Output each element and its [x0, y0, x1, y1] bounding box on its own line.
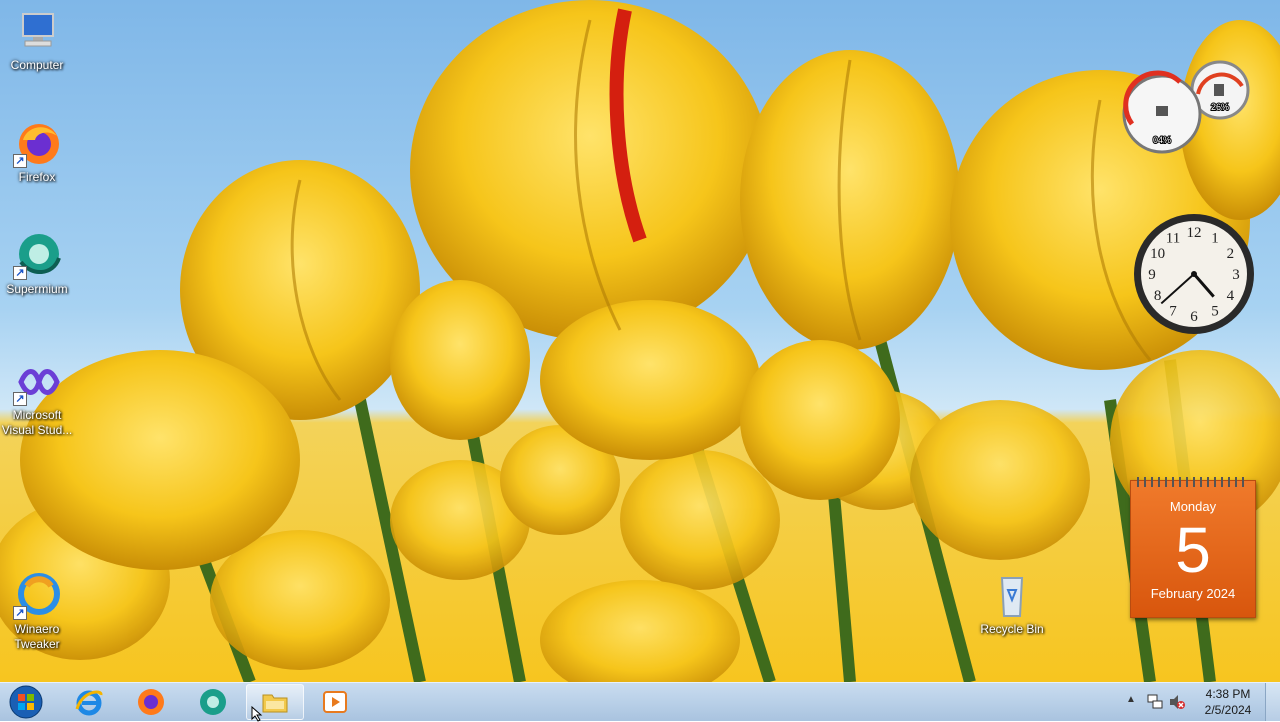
tulips-wallpaper [0, 0, 1280, 682]
recycle-bin-icon [988, 572, 1036, 620]
calendar-month-year: February 2024 [1150, 586, 1236, 601]
desktop-icon-winaero-tweaker[interactable]: ↗ Winaero Tweaker [0, 572, 74, 652]
show-desktop-button[interactable] [1265, 683, 1280, 721]
desktop-icon-label: Microsoft Visual Stud... [1, 408, 73, 437]
desktop-icon-label: Winaero Tweaker [14, 622, 60, 651]
desktop-icon-label: Firefox [18, 170, 56, 184]
clock-numeral: 9 [1148, 267, 1156, 283]
supermium-icon: ↗ [13, 232, 61, 280]
winaero-tweaker-icon: ↗ [13, 572, 61, 620]
taskbar-clock[interactable]: 4:38 PM 2/5/2024 [1192, 686, 1264, 718]
show-hidden-icons-arrow[interactable]: ▲ [1126, 694, 1136, 705]
calendar-gadget[interactable]: Monday 5 February 2024 [1130, 477, 1256, 618]
taskbar: ▲ 4:38 PM 2/5/2024 [0, 682, 1280, 721]
taskbar-date: 2/5/2024 [1204, 703, 1252, 717]
calendar-day-number: 5 [1175, 514, 1211, 586]
clock-numeral: 7 [1169, 303, 1177, 319]
clock-numeral: 2 [1227, 246, 1235, 262]
desktop-icon-label: Supermium [6, 282, 68, 296]
firefox-icon: ↗ [13, 120, 61, 168]
clock-numeral: 3 [1232, 267, 1240, 283]
supermium-icon [200, 689, 226, 715]
taskbar-supermium[interactable] [184, 684, 242, 720]
shortcut-arrow-icon: ↗ [13, 392, 27, 406]
windows-start-icon [9, 685, 43, 719]
clock-numeral: 6 [1190, 309, 1198, 325]
calendar-day-name: Monday [1169, 499, 1217, 514]
clock-gadget[interactable]: 1 2 3 4 5 6 7 8 9 10 11 12 [1130, 210, 1258, 338]
shortcut-arrow-icon: ↗ [13, 606, 27, 620]
network-icon[interactable] [1146, 693, 1164, 711]
clock-numeral: 4 [1227, 288, 1235, 304]
clock-numeral: 1 [1211, 231, 1219, 247]
internet-explorer-icon [75, 690, 103, 716]
system-tray: ▲ 4:38 PM 2/5/2024 [1120, 683, 1280, 721]
calendar-rings [1137, 477, 1249, 487]
computer-icon [13, 8, 61, 56]
media-player-icon [323, 691, 347, 713]
desktop-icon-recycle-bin[interactable]: Recycle Bin [975, 572, 1049, 637]
clock-numeral: 11 [1166, 231, 1180, 247]
visual-studio-icon: ↗ [13, 358, 61, 406]
desktop-icon-label: Computer [10, 58, 64, 72]
taskbar-firefox[interactable] [122, 684, 180, 720]
taskbar-internet-explorer[interactable] [60, 684, 118, 720]
start-button[interactable] [4, 684, 48, 720]
clock-numeral: 12 [1187, 225, 1202, 241]
taskbar-time: 4:38 PM [1205, 687, 1251, 701]
volume-muted-icon[interactable] [1168, 693, 1186, 711]
desktop-icon-firefox[interactable]: ↗ Firefox [0, 120, 74, 185]
desktop-icon-computer[interactable]: Computer [0, 8, 74, 73]
shortcut-arrow-icon: ↗ [13, 266, 27, 280]
clock-numeral: 10 [1150, 246, 1165, 262]
desktop-icon-visual-studio[interactable]: ↗ Microsoft Visual Stud... [0, 358, 74, 438]
taskbar-media-player[interactable] [306, 684, 364, 720]
clock-numeral: 8 [1154, 288, 1162, 304]
memory-percent: 26% [1211, 102, 1229, 112]
desktop-icon-label: Recycle Bin [980, 622, 1044, 636]
firefox-icon [138, 689, 164, 715]
desktop-icon-supermium[interactable]: ↗ Supermium [0, 232, 74, 297]
cpu-percent: 04% [1153, 135, 1171, 145]
desktop-wallpaper [0, 0, 1280, 682]
cpu-meter-gadget[interactable]: 04% 26% [1120, 60, 1250, 156]
clock-numeral: 5 [1211, 303, 1219, 319]
shortcut-arrow-icon: ↗ [13, 154, 27, 168]
